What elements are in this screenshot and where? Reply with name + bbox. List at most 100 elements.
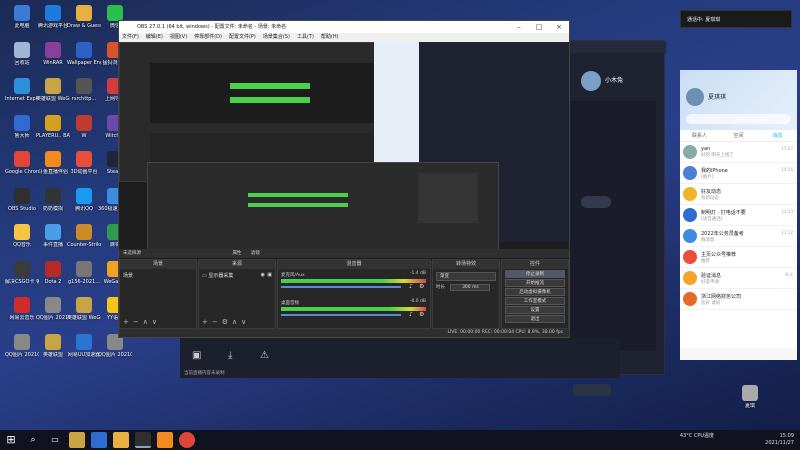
up-icon[interactable]: ∧ [143, 318, 152, 326]
avatar[interactable] [686, 88, 704, 106]
minimize-icon[interactable]: – [509, 21, 529, 33]
menu-item[interactable]: 文件(F) [122, 34, 139, 40]
task-view-icon[interactable]: ▭ [47, 432, 63, 448]
source-item[interactable]: ▭ 显示器采集 ◉ ▣ [199, 269, 275, 282]
start-live-button[interactable] [573, 384, 611, 396]
control-button[interactable]: 工作室模式 [505, 297, 565, 305]
up-icon[interactable]: ∧ [232, 318, 241, 326]
download-icon[interactable]: ⤓ [228, 350, 232, 361]
app-icon[interactable] [69, 432, 85, 448]
desktop-icon[interactable]: Google Chrome [5, 151, 39, 187]
menu-item[interactable]: 工具(T) [297, 34, 314, 40]
desktop-icon[interactable]: W [67, 114, 101, 151]
volume-slider[interactable] [281, 286, 401, 288]
search-icon[interactable]: ⌕ [25, 432, 41, 448]
speaker-icon[interactable]: ♪ [409, 311, 413, 318]
remove-icon[interactable]: − [212, 318, 222, 326]
share-icon[interactable]: ⚠ [260, 350, 269, 361]
desktop-icon[interactable]: Internet Explorer [5, 78, 39, 114]
qq-chat-window[interactable]: 夏琪琪 联系人 空间 消息 yan 好的 明天上线了 15:07 我的iPhone [图… [680, 70, 797, 360]
menu-item[interactable]: 编辑(E) [146, 34, 163, 40]
list-item[interactable]: 好友动态 有新动态 [680, 184, 797, 205]
eye-icon[interactable]: ◉ [261, 272, 265, 278]
chat-search[interactable] [686, 114, 791, 124]
close-icon[interactable]: × [549, 21, 569, 33]
obs-window[interactable]: OBS 27.0.1 (64 bit, windows) - 配置文件: 未命名… [118, 20, 570, 338]
speaker-icon[interactable]: ♪ [409, 283, 413, 290]
menu-item[interactable]: 停靠部件(D) [194, 34, 222, 40]
add-icon[interactable]: + [202, 318, 212, 326]
desktop-icon[interactable]: 解决CSGO卡 顿问题 [5, 260, 39, 297]
tab-contacts[interactable]: 联系人 [680, 130, 719, 141]
windows-start-icon[interactable]: ⊞ [3, 432, 19, 448]
desktop-icon[interactable]: 3D动画平台 [67, 151, 101, 187]
app-icon[interactable] [157, 432, 173, 448]
control-button[interactable]: 停止录制 [505, 270, 565, 278]
properties-button[interactable]: 属性 [232, 251, 241, 256]
list-item[interactable]: yan 好的 明天上线了 15:07 [680, 142, 797, 163]
list-item[interactable]: 浙江网络财务公司 您好 请问 [680, 289, 797, 310]
desktop-icon[interactable]: 网易UU加速器 [67, 333, 101, 370]
desktop-icon[interactable]: QQ音乐 [5, 224, 39, 260]
desktop-icon[interactable]: QQ图片 20210621... [5, 333, 39, 370]
desktop-icon[interactable]: 英雄联盟 WeGame版 [36, 78, 70, 114]
duration-input[interactable]: 300 ms [450, 284, 491, 291]
transition-select[interactable]: 渐变 [436, 272, 496, 281]
desktop-icon[interactable]: QQ图片 20210621... [36, 297, 70, 333]
chrome-icon[interactable] [179, 432, 195, 448]
list-item[interactable]: 主页公众号推荐 推荐 [680, 247, 797, 268]
scene-item[interactable]: 场景 [120, 269, 196, 282]
avatar[interactable] [581, 71, 601, 91]
call-notification[interactable]: 通话中: 夏琪琪 [680, 10, 792, 28]
menu-item[interactable]: 场景集合(S) [263, 34, 290, 40]
tab-messages[interactable]: 消息 [758, 130, 797, 141]
maximize-icon[interactable]: □ [529, 21, 549, 33]
desktop-icon[interactable]: Wallpaper Engine [67, 41, 101, 78]
desktop-icon[interactable]: 腾讯QQ [67, 187, 101, 224]
clock-time[interactable]: 15:09 [765, 433, 794, 440]
clock-date[interactable]: 2021/11/27 [765, 440, 794, 447]
lock-icon[interactable]: ▣ [267, 272, 272, 278]
app-icon[interactable] [113, 432, 129, 448]
list-item[interactable]: 我的iPhone [图片] 14:56 [680, 163, 797, 184]
desktop-icon[interactable]: g156-2021... [67, 260, 101, 297]
desktop-icon[interactable]: 奶奶模拟 [36, 187, 70, 224]
volume-slider[interactable] [281, 314, 401, 316]
gear-icon[interactable]: ⚙ [419, 283, 424, 290]
record-button[interactable] [581, 196, 611, 208]
remove-icon[interactable]: − [133, 318, 143, 326]
desktop-icon[interactable]: WinRAR [36, 41, 70, 78]
desktop-icon[interactable]: 斗鱼直播伴侣 [36, 151, 70, 187]
desktop-icon[interactable]: 英雄联盟 [36, 333, 70, 370]
gear-icon[interactable]: ⚙ [222, 318, 232, 326]
desktop-icon[interactable]: Counter-Strike Global Off... [67, 224, 101, 260]
control-button[interactable]: 启动虚拟摄像机 [505, 288, 565, 296]
menu-item[interactable]: 配置文件(P) [229, 34, 256, 40]
filters-button[interactable]: 滤镜 [251, 251, 260, 256]
desktop-icon[interactable]: OBS Studio [5, 187, 39, 224]
app-icon[interactable] [91, 432, 107, 448]
control-button[interactable]: 开始推流 [505, 279, 565, 287]
desktop-icon[interactable]: Dota 2 [36, 260, 70, 297]
list-item[interactable]: 制明灯 · 打电话不要 [语音通话] 13:23 [680, 205, 797, 226]
add-icon[interactable]: + [123, 318, 133, 326]
desktop-icon[interactable]: PLAYERU.. BATTLEGR.. [36, 114, 70, 151]
obs-taskbar-icon[interactable] [135, 432, 151, 448]
control-button[interactable]: 退出 [505, 315, 565, 323]
down-icon[interactable]: ∨ [152, 318, 161, 326]
list-item[interactable]: 验证消息 好友申请 昨天 [680, 268, 797, 289]
desktop-icon[interactable]: 回收站 [5, 41, 39, 78]
live-icon[interactable]: ▣ [192, 350, 201, 361]
list-item[interactable]: 2022年公务员备考 群消息 11:12 [680, 226, 797, 247]
desktop-icon[interactable]: Draw & Guess [67, 5, 101, 41]
gear-icon[interactable]: ⚙ [419, 311, 424, 318]
tab-space[interactable]: 空间 [719, 130, 758, 141]
desktop-icon[interactable]: QQ图片 20210928... [98, 333, 132, 370]
desktop-icon[interactable]: 夏琪 [733, 385, 767, 421]
desktop-icon[interactable]: 事件直播 [36, 224, 70, 260]
desktop-icon[interactable]: 此电脑 [5, 5, 39, 41]
menu-item[interactable]: 帮助(H) [321, 34, 339, 40]
desktop-icon[interactable]: 网易云音乐 [5, 297, 39, 333]
desktop-icon[interactable]: 英雄联盟 WeGame版 [67, 297, 101, 333]
control-button[interactable]: 设置 [505, 306, 565, 314]
